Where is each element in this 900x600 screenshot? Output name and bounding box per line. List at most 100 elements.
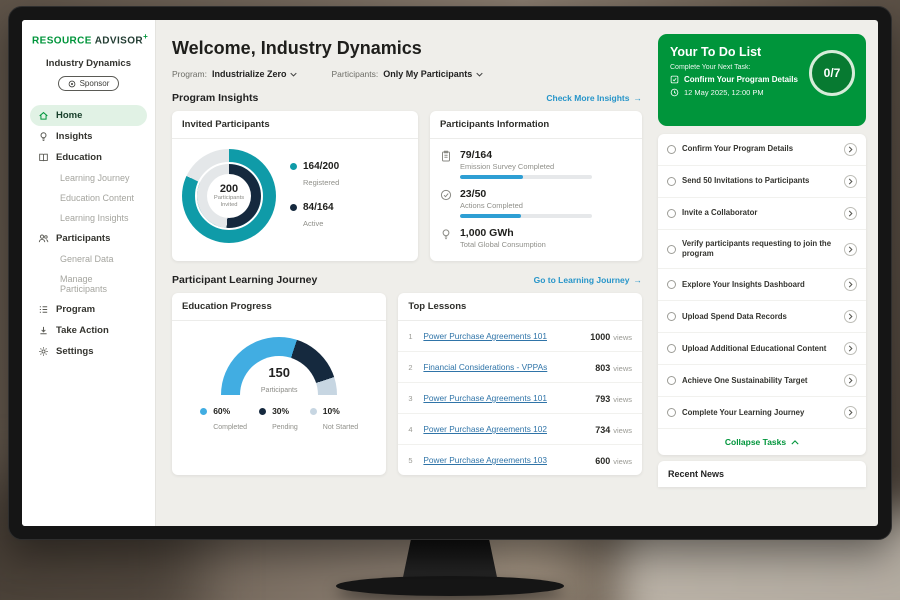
task-row-verify-participants[interactable]: Verify participants requesting to join t…	[658, 230, 866, 269]
task-checkbox[interactable]	[667, 145, 676, 154]
lesson-views-label: views	[613, 457, 632, 466]
task-go-button[interactable]	[844, 374, 857, 387]
sidebar-item-take-action[interactable]: Take Action	[30, 320, 147, 341]
task-go-button[interactable]	[844, 342, 857, 355]
legend-dot-blue	[200, 408, 207, 415]
task-label: Verify participants requesting to join t…	[682, 239, 838, 259]
task-label: Send 50 Invitations to Participants	[682, 176, 838, 186]
top-lessons-card: Top Lessons 1 Power Purchase Agreements …	[398, 293, 642, 475]
metric-label: Total Global Consumption	[460, 240, 546, 249]
chevron-right-icon	[848, 246, 853, 253]
sidebar-item-general-data[interactable]: General Data	[30, 249, 147, 269]
task-go-button[interactable]	[844, 143, 857, 156]
legend-label: Pending	[272, 424, 298, 431]
progress-bar	[460, 214, 592, 218]
check-more-insights-link[interactable]: Check More Insights →	[546, 93, 642, 103]
task-row-achieve-sustainability-target[interactable]: Achieve One Sustainability Target	[658, 365, 866, 397]
brand-logo: RESOURCE ADVISOR+	[30, 32, 147, 46]
lesson-views: 600	[595, 456, 610, 466]
participants-filter-dropdown[interactable]: Only My Participants	[383, 69, 483, 79]
sidebar-item-home[interactable]: Home	[30, 105, 147, 126]
scene: RESOURCE ADVISOR+ Industry Dynamics Spon…	[0, 0, 900, 600]
sponsor-badge[interactable]: Sponsor	[58, 76, 120, 91]
sidebar-item-label: Insights	[56, 131, 92, 142]
task-row-explore-insights[interactable]: Explore Your Insights Dashboard	[658, 269, 866, 301]
task-label: Invite a Collaborator	[682, 208, 838, 218]
collapse-tasks-button[interactable]: Collapse Tasks	[658, 429, 866, 455]
lesson-link[interactable]: Power Purchase Agreements 101	[423, 331, 547, 341]
task-checkbox[interactable]	[667, 344, 676, 353]
task-label: Upload Additional Educational Content	[682, 344, 838, 354]
lesson-link[interactable]: Power Purchase Agreements 102	[423, 424, 547, 434]
org-name: Industry Dynamics	[30, 58, 147, 69]
list-icon	[38, 304, 49, 315]
task-row-send-invitations[interactable]: Send 50 Invitations to Participants	[658, 166, 866, 198]
task-row-upload-spend-data[interactable]: Upload Spend Data Records	[658, 301, 866, 333]
go-to-learning-journey-link[interactable]: Go to Learning Journey →	[534, 275, 642, 285]
sidebar-item-education-content[interactable]: Education Content	[30, 188, 147, 208]
card-title: Invited Participants	[172, 111, 418, 139]
lesson-rank: 4	[408, 425, 415, 434]
task-checkbox[interactable]	[667, 280, 676, 289]
legend-dot-navy	[290, 204, 297, 211]
education-legend: 60%Completed 30%Pending 10%Not Started	[182, 406, 376, 434]
sidebar-item-learning-journey[interactable]: Learning Journey	[30, 168, 147, 188]
insights-cards-row: Invited Participants 200 Participants In…	[172, 111, 642, 261]
lesson-row: 5 Power Purchase Agreements 103 600views	[398, 445, 642, 475]
legend-label: Registered	[303, 178, 339, 187]
lesson-views-label: views	[613, 395, 632, 404]
task-list-card: Confirm Your Program Details Send 50 Inv…	[658, 134, 866, 455]
task-go-button[interactable]	[844, 278, 857, 291]
task-checkbox[interactable]	[667, 209, 676, 218]
legend-label: Completed	[213, 424, 247, 431]
task-row-confirm-program[interactable]: Confirm Your Program Details	[658, 134, 866, 166]
legend-item-completed: 60%Completed	[200, 406, 247, 434]
lesson-link[interactable]: Financial Considerations - VPPAs	[423, 362, 547, 372]
chevron-right-icon	[848, 281, 853, 288]
task-checkbox[interactable]	[667, 376, 676, 385]
monitor-stand-base	[336, 576, 564, 596]
card-title: Participants Information	[430, 111, 642, 139]
task-go-button[interactable]	[844, 406, 857, 419]
lesson-rank: 5	[408, 456, 415, 465]
task-row-invite-collaborator[interactable]: Invite a Collaborator	[658, 198, 866, 230]
task-go-button[interactable]	[844, 207, 857, 220]
sidebar-item-education[interactable]: Education	[30, 147, 147, 168]
task-checkbox[interactable]	[667, 177, 676, 186]
task-checkbox[interactable]	[667, 312, 676, 321]
task-checkbox[interactable]	[667, 408, 676, 417]
brand-secondary: ADVISOR	[95, 35, 143, 46]
sidebar-item-insights[interactable]: Insights	[30, 126, 147, 147]
sidebar-item-participants[interactable]: Participants	[30, 228, 147, 249]
program-filter-label: Program:	[172, 69, 207, 79]
task-go-button[interactable]	[844, 310, 857, 323]
dashboard-screen: RESOURCE ADVISOR+ Industry Dynamics Spon…	[22, 20, 878, 526]
donut-outer-ring: 200 Participants Invited	[182, 149, 276, 243]
task-label: Achieve One Sustainability Target	[682, 376, 838, 386]
task-go-button[interactable]	[844, 175, 857, 188]
learning-cards-row: Education Progress 150 Participants	[172, 293, 642, 475]
task-row-complete-learning-journey[interactable]: Complete Your Learning Journey	[658, 397, 866, 429]
sidebar-item-learning-insights[interactable]: Learning Insights	[30, 208, 147, 228]
program-filter-dropdown[interactable]: Industrialize Zero	[212, 69, 298, 79]
sidebar-item-manage-participants[interactable]: Manage Participants	[30, 269, 147, 299]
page-title: Welcome, Industry Dynamics	[172, 38, 642, 59]
lesson-link[interactable]: Power Purchase Agreements 103	[423, 455, 547, 465]
lesson-rank: 2	[408, 363, 415, 372]
lesson-link[interactable]: Power Purchase Agreements 101	[423, 393, 547, 403]
donut-center-label: Participants Invited	[212, 195, 246, 209]
monitor-bezel: RESOURCE ADVISOR+ Industry Dynamics Spon…	[8, 6, 892, 540]
sidebar-item-label: Home	[56, 110, 82, 121]
task-row-upload-educational-content[interactable]: Upload Additional Educational Content	[658, 333, 866, 365]
arrow-right-icon: →	[634, 93, 643, 103]
lesson-row: 2 Financial Considerations - VPPAs 803vi…	[398, 352, 642, 383]
task-go-button[interactable]	[844, 243, 857, 256]
metric-actions-completed: 23/50 Actions Completed	[440, 188, 632, 218]
gear-icon	[38, 346, 49, 357]
participants-filter-label: Participants:	[331, 69, 378, 79]
task-checkbox[interactable]	[667, 245, 676, 254]
sidebar-item-program[interactable]: Program	[30, 299, 147, 320]
chevron-right-icon	[848, 146, 853, 153]
chevron-up-icon	[791, 440, 799, 445]
sidebar-item-settings[interactable]: Settings	[30, 341, 147, 362]
